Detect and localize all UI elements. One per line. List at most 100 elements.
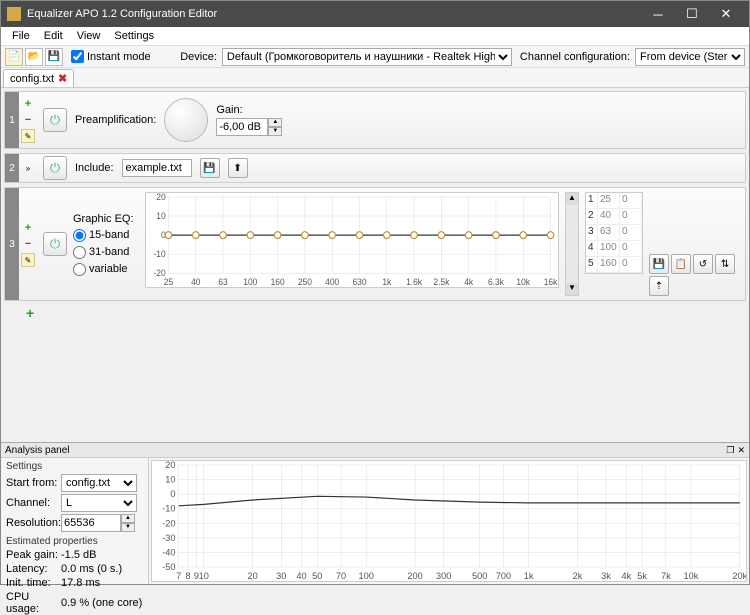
svg-text:6.3k: 6.3k bbox=[488, 277, 505, 287]
eq-scrollbar-v[interactable]: ▲▼ bbox=[565, 192, 579, 296]
svg-text:100: 100 bbox=[358, 571, 373, 581]
copy-eq-button[interactable]: 📋 bbox=[671, 254, 691, 274]
settings-header: Settings bbox=[6, 461, 143, 472]
svg-text:-40: -40 bbox=[162, 548, 175, 558]
menubar: File Edit View Settings bbox=[1, 27, 749, 46]
block-ctrls: + − ✎ bbox=[19, 92, 37, 148]
svg-text:100: 100 bbox=[243, 277, 257, 287]
svg-text:250: 250 bbox=[298, 277, 312, 287]
new-file-button[interactable]: 📄 bbox=[5, 48, 23, 66]
invert-eq-button[interactable]: ⇅ bbox=[715, 254, 735, 274]
open-include-button[interactable]: ⬆ bbox=[228, 158, 248, 178]
preamp-label: Preamplification: bbox=[75, 114, 156, 126]
gain-knob[interactable] bbox=[164, 98, 208, 142]
resolution-spinner[interactable]: ▲▼ bbox=[61, 514, 137, 532]
gain-input[interactable] bbox=[216, 118, 268, 136]
include-file-input[interactable] bbox=[122, 159, 192, 177]
power-button[interactable]: ⏻ bbox=[43, 156, 67, 180]
svg-text:10: 10 bbox=[156, 211, 166, 221]
power-button[interactable]: ⏻ bbox=[43, 232, 67, 256]
edit-icon[interactable]: ✎ bbox=[21, 253, 35, 267]
svg-text:1k: 1k bbox=[524, 571, 534, 581]
save-eq-button[interactable]: 💾 bbox=[649, 254, 669, 274]
block-include: 2 » ⏻ Include: 💾 ⬆ bbox=[4, 153, 746, 183]
normalize-eq-button[interactable]: ⇡ bbox=[649, 276, 669, 296]
eq-label: Graphic EQ: bbox=[73, 213, 139, 225]
chanconf-select[interactable]: From device (Stereo) bbox=[635, 48, 745, 66]
remove-icon[interactable]: − bbox=[21, 237, 35, 251]
menu-settings[interactable]: Settings bbox=[107, 28, 161, 44]
svg-text:160: 160 bbox=[271, 277, 285, 287]
svg-text:16k: 16k bbox=[544, 277, 558, 287]
device-select[interactable]: Default (Громкоговоритель и наушники - R… bbox=[222, 48, 512, 66]
svg-text:1k: 1k bbox=[382, 277, 392, 287]
svg-text:300: 300 bbox=[436, 571, 451, 581]
gain-spinner[interactable]: ▲▼ bbox=[216, 118, 284, 136]
content-area: 1 + − ✎ ⏻ Preamplification: Gain: ▲▼ 2 » bbox=[1, 88, 749, 442]
eq-table-row[interactable]: 2400 bbox=[586, 209, 642, 225]
svg-text:40: 40 bbox=[296, 571, 306, 581]
analysis-chart[interactable]: 20100-10-20-30-40-5078910203040507010020… bbox=[151, 460, 747, 582]
svg-text:200: 200 bbox=[407, 571, 422, 581]
svg-text:8: 8 bbox=[185, 571, 190, 581]
channel-select[interactable]: L bbox=[61, 494, 137, 512]
svg-text:7k: 7k bbox=[661, 571, 671, 581]
add-icon[interactable]: + bbox=[21, 221, 35, 235]
eq-table-row[interactable]: 3630 bbox=[586, 225, 642, 241]
block-ctrls: + − ✎ bbox=[19, 188, 37, 300]
menu-view[interactable]: View bbox=[70, 28, 108, 44]
svg-text:400: 400 bbox=[325, 277, 339, 287]
reset-eq-button[interactable]: ↺ bbox=[693, 254, 713, 274]
instant-mode-checkbox[interactable] bbox=[71, 50, 84, 63]
svg-text:20k: 20k bbox=[732, 571, 746, 581]
analysis-settings: Settings Start from:config.txt Channel:L… bbox=[1, 458, 149, 584]
svg-text:20: 20 bbox=[156, 193, 166, 202]
tab-config[interactable]: config.txt ✖ bbox=[3, 69, 74, 87]
svg-text:7: 7 bbox=[176, 571, 181, 581]
save-file-button[interactable]: 💾 bbox=[45, 48, 63, 66]
eq-table-row[interactable]: 41000 bbox=[586, 241, 642, 257]
undock-icon[interactable]: ❐ bbox=[726, 445, 734, 456]
svg-text:20: 20 bbox=[165, 461, 175, 470]
menu-file[interactable]: File bbox=[5, 28, 37, 44]
startfrom-label: Start from: bbox=[6, 477, 58, 489]
band-15-radio[interactable]: 15-band bbox=[73, 229, 139, 242]
save-include-button[interactable]: 💾 bbox=[200, 158, 220, 178]
svg-text:20: 20 bbox=[248, 571, 258, 581]
minimize-button[interactable]: ─ bbox=[641, 1, 675, 27]
svg-text:-30: -30 bbox=[162, 533, 175, 543]
svg-text:3k: 3k bbox=[601, 571, 611, 581]
eq-chart[interactable]: 20100-10-202540631001602504006301k1.6k2.… bbox=[145, 192, 559, 288]
instant-mode-check[interactable]: Instant mode bbox=[71, 50, 151, 63]
remove-icon[interactable]: − bbox=[21, 113, 35, 127]
analysis-title: Analysis panel bbox=[5, 445, 69, 456]
tabbar: config.txt ✖ bbox=[1, 68, 749, 88]
tab-close-icon[interactable]: ✖ bbox=[58, 72, 67, 85]
menu-edit[interactable]: Edit bbox=[37, 28, 70, 44]
svg-text:-50: -50 bbox=[162, 562, 175, 572]
chevron-icon[interactable]: » bbox=[21, 161, 35, 175]
band-var-radio[interactable]: variable bbox=[73, 263, 139, 276]
latency-value: 0.0 ms (0 s.) bbox=[61, 563, 122, 575]
block-num: 3 bbox=[5, 188, 19, 300]
spin-down[interactable]: ▼ bbox=[268, 127, 282, 136]
power-button[interactable]: ⏻ bbox=[43, 108, 67, 132]
svg-text:50: 50 bbox=[312, 571, 322, 581]
add-block-button[interactable]: + bbox=[26, 305, 746, 321]
block-num: 2 bbox=[5, 154, 19, 182]
close-button[interactable]: ✕ bbox=[709, 1, 743, 27]
inittime-label: Init. time: bbox=[6, 577, 58, 589]
block-eq: 3 + − ✎ ⏻ Graphic EQ: 15-band 31-band va… bbox=[4, 187, 746, 301]
band-31-radio[interactable]: 31-band bbox=[73, 246, 139, 259]
eq-table-row[interactable]: 51600 bbox=[586, 257, 642, 273]
spin-up[interactable]: ▲ bbox=[268, 118, 282, 127]
edit-icon[interactable]: ✎ bbox=[21, 129, 35, 143]
startfrom-select[interactable]: config.txt bbox=[61, 474, 137, 492]
maximize-button[interactable]: ☐ bbox=[675, 1, 709, 27]
eq-table-row[interactable]: 1250 bbox=[586, 193, 642, 209]
include-label: Include: bbox=[75, 162, 114, 174]
eq-table[interactable]: 1250240036304100051600 bbox=[585, 192, 643, 274]
add-icon[interactable]: + bbox=[21, 97, 35, 111]
close-panel-icon[interactable]: ✕ bbox=[737, 445, 745, 456]
open-file-button[interactable]: 📂 bbox=[25, 48, 43, 66]
